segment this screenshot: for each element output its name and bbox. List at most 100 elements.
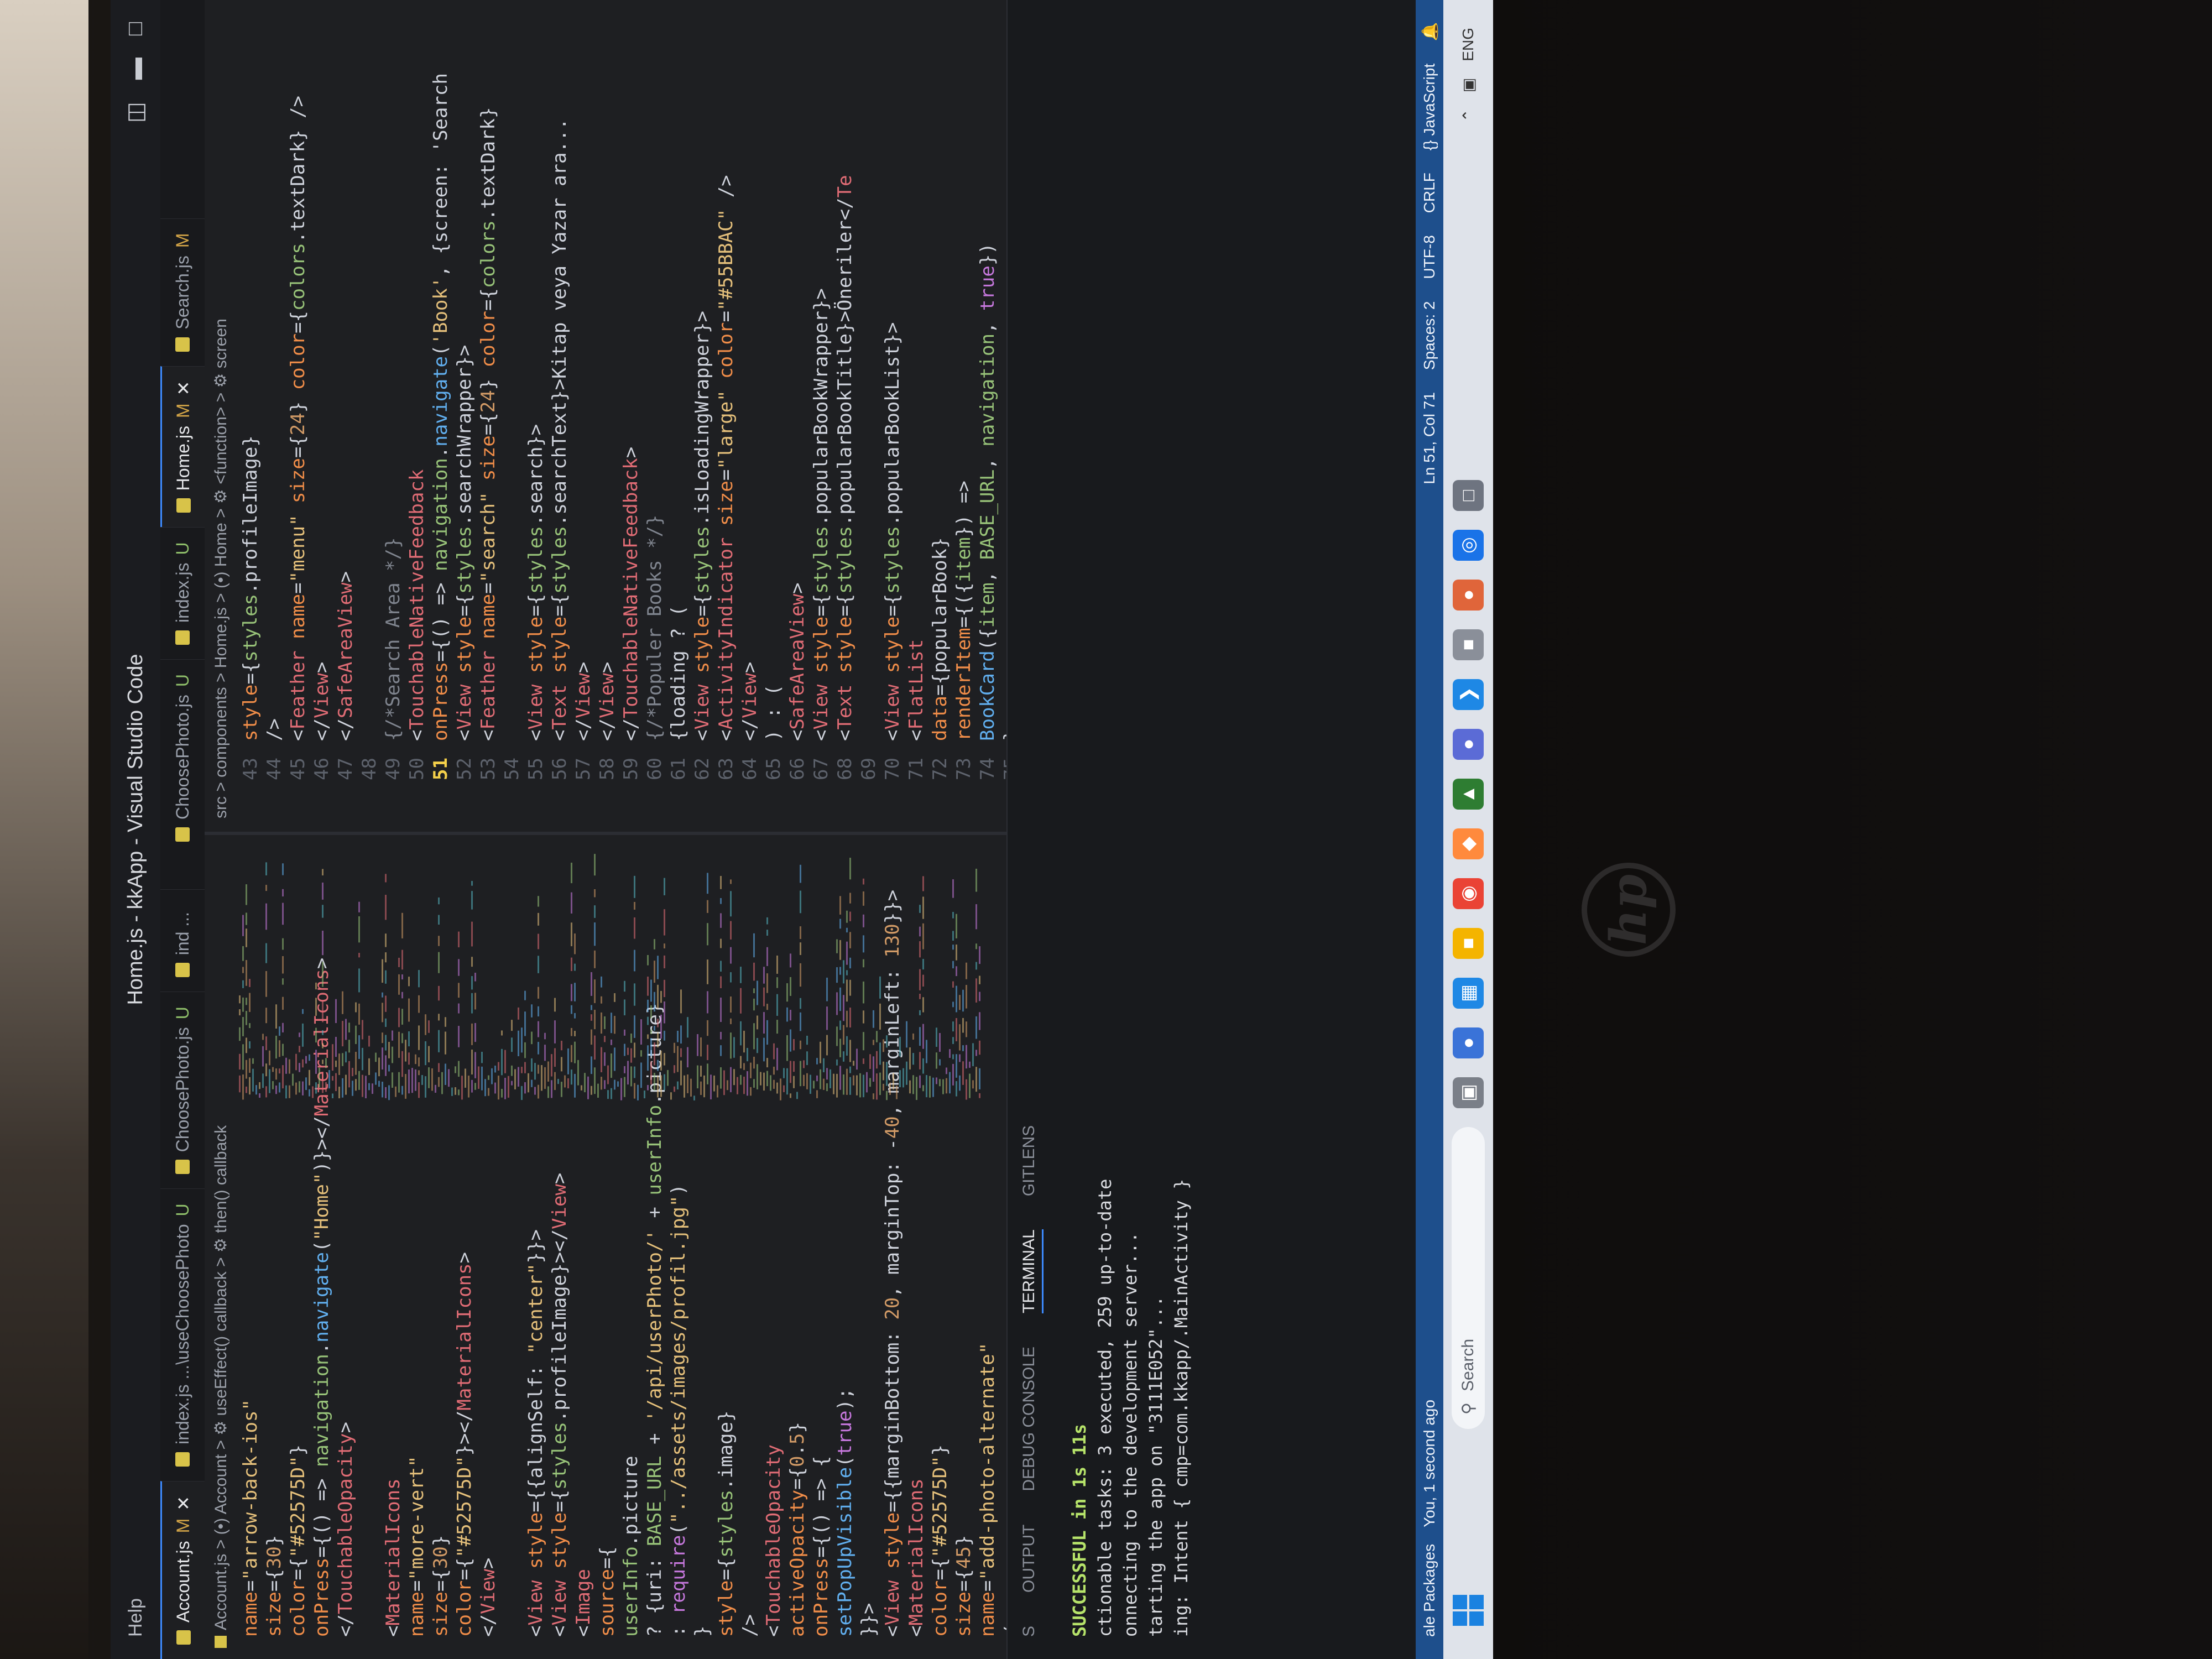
- chrome-icon[interactable]: ◉: [1453, 878, 1484, 909]
- code-line[interactable]: [358, 1106, 382, 1637]
- code-line[interactable]: [857, 0, 881, 741]
- teams-icon[interactable]: ●: [1453, 729, 1484, 760]
- code-line[interactable]: <View style={styles.search}>: [524, 0, 548, 741]
- code-line[interactable]: renderItem={({item}) =>: [952, 0, 976, 741]
- minimize-icon[interactable]: ▬: [123, 58, 148, 80]
- code-line[interactable]: <Feather name="menu" size={24} color={co…: [286, 0, 310, 741]
- code-line[interactable]: </TouchableNativeFeedback>: [619, 0, 643, 741]
- code-line[interactable]: setPopUpVisible(true);: [833, 1106, 857, 1637]
- close-icon[interactable]: ✕: [173, 381, 194, 396]
- status-eol[interactable]: CRLF: [1421, 173, 1439, 213]
- code-line[interactable]: style={styles.profileImage}: [239, 0, 263, 741]
- status-packages[interactable]: ale Packages: [1421, 1544, 1438, 1637]
- code-line[interactable]: <View style={styles.profileImage}></View…: [548, 1106, 572, 1637]
- code-line[interactable]: style={styles.image}: [714, 1106, 738, 1637]
- code-line[interactable]: color={"#52575D"}: [286, 1106, 310, 1637]
- code-line[interactable]: size={30}: [429, 1106, 453, 1637]
- app-icon-3[interactable]: □: [1453, 480, 1484, 511]
- postman-icon[interactable]: ●: [1453, 580, 1484, 611]
- code-line[interactable]: }}>: [857, 1106, 881, 1637]
- code-line[interactable]: [500, 0, 524, 741]
- task-view-icon[interactable]: ▣: [1453, 1077, 1484, 1108]
- code-line[interactable]: size={45}: [952, 1106, 976, 1637]
- tray-language[interactable]: ENG: [1459, 28, 1478, 61]
- code-line[interactable]: <Text style={styles.searchText}>Kitap ve…: [548, 0, 572, 741]
- panel-tab[interactable]: DEBUG CONSOLE: [1020, 1347, 1044, 1491]
- edge-icon[interactable]: ◎: [1453, 530, 1484, 561]
- code-line[interactable]: <ActivityIndicator size="large" color="#…: [714, 0, 738, 741]
- code-line[interactable]: <SafeAreaView>: [786, 0, 810, 741]
- code-line[interactable]: : require("../assets/images/profil.jpg"): [667, 1106, 691, 1637]
- code-line[interactable]: userInfo.picture: [619, 1106, 643, 1637]
- taskbar-search[interactable]: ⚲ Search: [1452, 1127, 1485, 1429]
- code-line[interactable]: onPress={() => {: [810, 1106, 833, 1637]
- app-icon[interactable]: ◆: [1453, 828, 1484, 859]
- status-cursor-position[interactable]: Ln 51, Col 71: [1421, 392, 1439, 484]
- editor-tab[interactable]: index.js ...\useChoosePhoto U: [160, 1188, 205, 1481]
- code-line[interactable]: ) : (: [762, 0, 786, 741]
- breadcrumb-left[interactable]: Account.js > (•) Account > ⚙ useEffect()…: [205, 846, 237, 1659]
- code-line[interactable]: <FlatList: [905, 0, 928, 741]
- editor-tab[interactable]: index.js U: [160, 527, 205, 659]
- code-line[interactable]: {/*Populer Books */}: [643, 0, 667, 741]
- code-line[interactable]: size={30}: [263, 1106, 286, 1637]
- panel-tab[interactable]: S: [1020, 1626, 1044, 1637]
- editor-right-pane[interactable]: style={styles.profileImage}/> <Feather na…: [239, 0, 1071, 741]
- code-line[interactable]: activeOpacity={0.5}: [786, 1106, 810, 1637]
- code-line[interactable]: <View style={styles.popularBookWrapper}>: [810, 0, 833, 741]
- code-line[interactable]: <Image: [572, 1106, 596, 1637]
- editor-tab[interactable]: Search.js M: [160, 218, 205, 366]
- code-line[interactable]: }: [691, 1106, 714, 1637]
- code-line[interactable]: </View>: [310, 0, 334, 741]
- editor-tab[interactable]: ChoosePhoto.js U: [160, 659, 205, 857]
- code-line[interactable]: </TouchableOpacity>: [334, 1106, 358, 1637]
- status-language[interactable]: {} JavaScript: [1421, 64, 1439, 150]
- code-line[interactable]: [500, 1106, 524, 1637]
- file-explorer-icon[interactable]: ■: [1453, 928, 1484, 959]
- status-git-blame[interactable]: You, 1 second ago: [1421, 1400, 1438, 1527]
- code-line[interactable]: <MaterialIcons: [382, 1106, 405, 1637]
- editor-tab[interactable]: ind ...: [160, 889, 205, 992]
- panel-tab[interactable]: OUTPUT: [1020, 1525, 1044, 1593]
- code-line[interactable]: BookCard({item, BASE_URL, navigation, tr…: [976, 0, 1000, 741]
- code-line[interactable]: color={"#52575D"}></MaterialIcons>: [453, 1106, 477, 1637]
- code-line[interactable]: <View style={styles.searchWrapper}>: [453, 0, 477, 741]
- code-line[interactable]: source={: [596, 1106, 619, 1637]
- panel-tab[interactable]: TERMINAL: [1020, 1229, 1044, 1313]
- code-line[interactable]: <TouchableNativeFeedback: [405, 0, 429, 741]
- windows-start-icon[interactable]: [1453, 1595, 1484, 1626]
- code-line[interactable]: />: [738, 1106, 762, 1637]
- code-line[interactable]: name="more-vert": [405, 1106, 429, 1637]
- code-line[interactable]: <Text style={styles.popularBookTitle}>Ön…: [833, 0, 857, 741]
- code-line[interactable]: />: [263, 0, 286, 741]
- android-studio-icon[interactable]: ▲: [1453, 779, 1484, 810]
- editor-tab[interactable]: ChoosePhoto.js U: [160, 992, 205, 1189]
- editor-tab[interactable]: Home.js M ✕: [160, 366, 205, 528]
- code-line[interactable]: ? {uri: BASE_URL + '/api/userPhoto/' + u…: [643, 1003, 667, 1637]
- code-line[interactable]: </View>: [738, 0, 762, 741]
- code-line[interactable]: <View style={{alignSelf: "center"}}>: [524, 1106, 548, 1637]
- minimap[interactable]: [239, 852, 985, 1106]
- terminal-output[interactable]: SUCCESSFUL in 1s 11s ctionable tasks: 3 e…: [1056, 0, 1205, 1659]
- code-line[interactable]: {loading ? (: [667, 0, 691, 741]
- chat-icon[interactable]: ●: [1453, 1027, 1484, 1058]
- code-line[interactable]: </View>: [477, 1106, 500, 1637]
- code-line[interactable]: <Feather name="search" size={24} color={…: [477, 0, 500, 741]
- maximize-icon[interactable]: □: [123, 22, 148, 35]
- code-line[interactable]: {/*Search Area */}: [382, 0, 405, 741]
- app-icon-2[interactable]: ■: [1453, 629, 1484, 660]
- code-line[interactable]: <MaterialIcons: [905, 1106, 928, 1637]
- monitor-icon[interactable]: ▣: [1459, 78, 1478, 92]
- code-line[interactable]: <TouchableOpacity: [762, 1106, 786, 1637]
- bell-icon[interactable]: 🔔: [1421, 22, 1439, 41]
- editor-left-pane[interactable]: name="arrow-back-ios" size={30} color={"#5…: [239, 890, 1070, 1659]
- code-line[interactable]: </View>: [596, 0, 619, 741]
- code-line[interactable]: data={popularBook}: [928, 0, 952, 741]
- editor-tab[interactable]: Account.js M ✕: [160, 1480, 205, 1659]
- breadcrumb-right[interactable]: src > components > Home.js > (•) Home > …: [205, 0, 237, 830]
- store-icon[interactable]: ▦: [1453, 978, 1484, 1009]
- vscode-icon[interactable]: ❯: [1453, 679, 1484, 710]
- code-line[interactable]: onPress={() => navigation.navigate("Home…: [310, 958, 334, 1637]
- layout-icon[interactable]: ◫: [123, 102, 148, 123]
- code-line[interactable]: <View style={styles.popularBookList}>: [881, 0, 905, 741]
